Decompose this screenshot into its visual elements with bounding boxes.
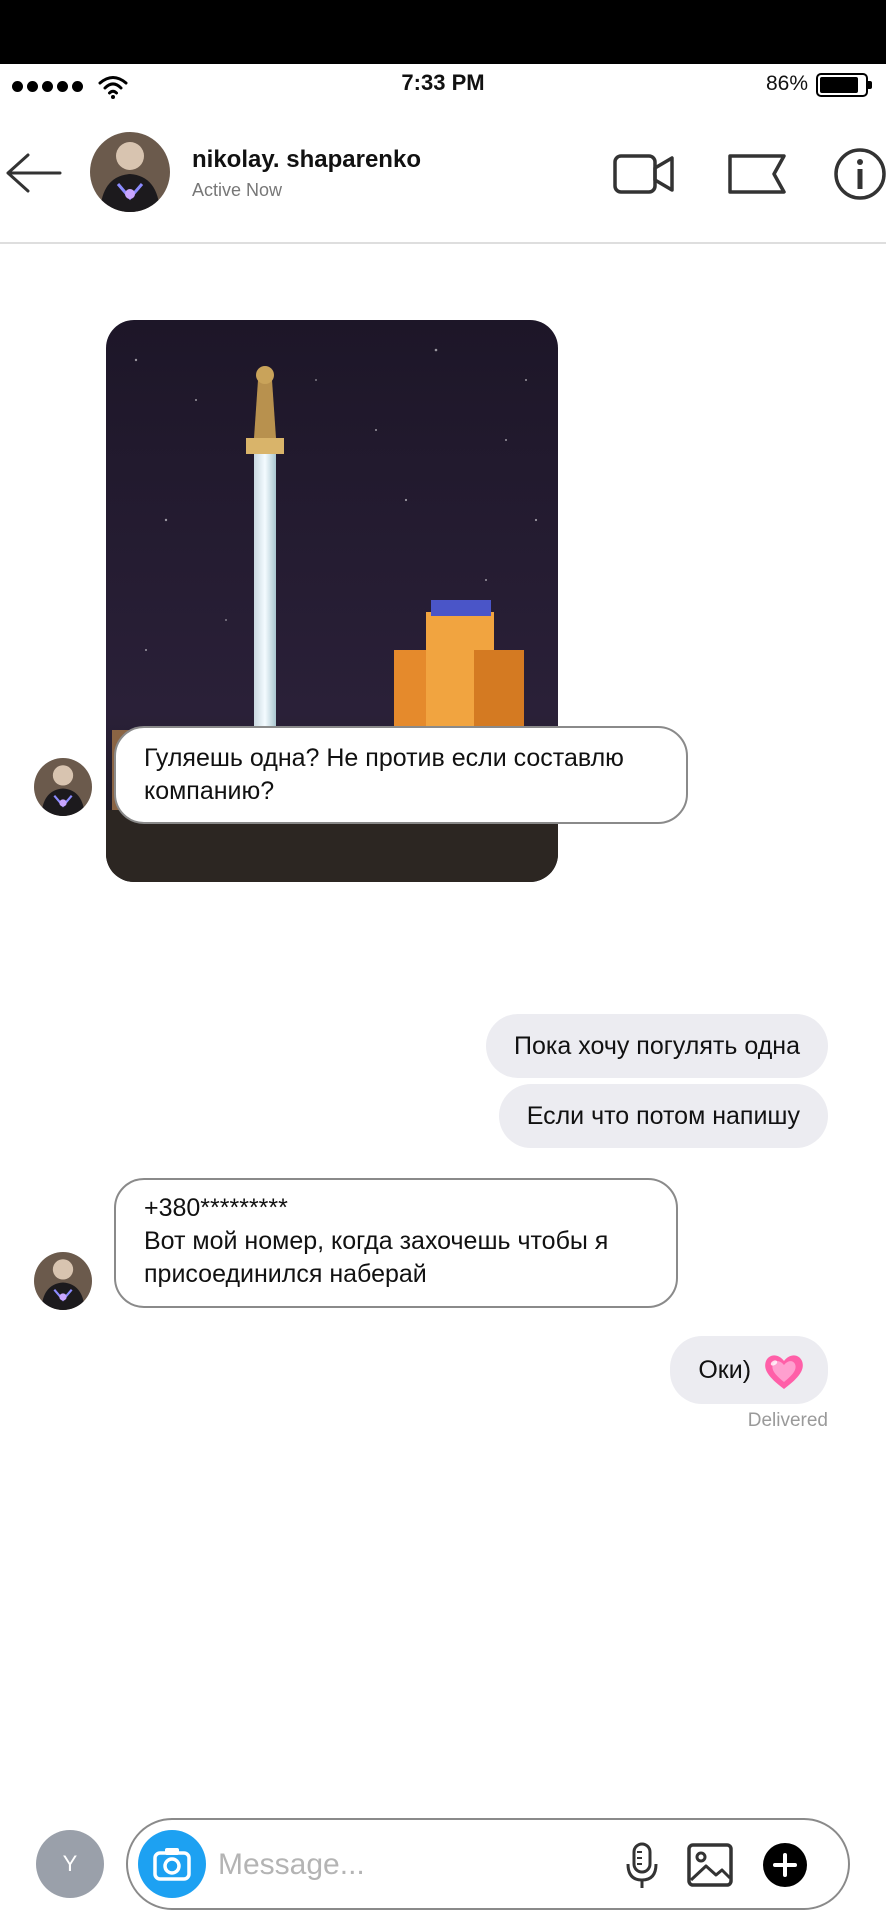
contact-avatar-image xyxy=(34,758,92,816)
outgoing-message[interactable]: Если что потом напишу xyxy=(498,1084,828,1148)
contact-avatar-small[interactable] xyxy=(34,758,92,816)
pink-heart-emoji xyxy=(765,1355,803,1390)
chat-header: nikolay. shaparenko Active Now xyxy=(0,108,886,244)
message-text-line: Вот мой номер, когда захочешь чтобы я xyxy=(144,1227,609,1255)
delivery-receipt: Delivered xyxy=(747,1410,828,1431)
video-call-icon[interactable] xyxy=(612,146,676,202)
plus-icon[interactable] xyxy=(760,1840,810,1890)
message-thread[interactable]: Гуляешь одна? Не против если составлю ко… xyxy=(0,246,886,1806)
message-text: Оки) xyxy=(698,1356,752,1384)
contact-active-status: Active Now xyxy=(192,180,283,200)
contact-avatar-small[interactable] xyxy=(34,1252,92,1310)
microphone-icon[interactable] xyxy=(622,1840,662,1890)
top-black-band xyxy=(0,0,886,64)
message-composer-bar: Y xyxy=(0,1806,886,1920)
flag-icon[interactable] xyxy=(726,146,788,202)
contact-name[interactable]: nikolay. shaparenko xyxy=(192,146,421,174)
camera-icon xyxy=(153,1848,191,1881)
back-arrow-icon[interactable] xyxy=(4,148,64,198)
camera-button[interactable] xyxy=(138,1830,206,1898)
battery-percent: 86% xyxy=(765,72,808,95)
message-text: Гуляешь одна? Не против если составлю ко… xyxy=(144,744,624,805)
message-text: Пока хочу погулять одна xyxy=(514,1032,800,1060)
battery-level-fill xyxy=(820,77,858,93)
message-text: Если что потом напишу xyxy=(526,1102,800,1130)
message-text-line: присоединился наберай xyxy=(144,1260,427,1288)
user-avatar[interactable]: Y xyxy=(36,1830,104,1898)
contact-avatar[interactable] xyxy=(90,132,170,212)
status-bar: 7:33 PM 86% xyxy=(0,64,886,108)
gallery-icon[interactable] xyxy=(686,1840,734,1890)
message-text-line: +380********* xyxy=(144,1194,288,1222)
incoming-message[interactable]: +380********* Вот мой номер, когда захоч… xyxy=(114,1178,678,1308)
contact-avatar-image xyxy=(90,132,170,212)
status-time: 7:33 PM xyxy=(401,70,485,95)
message-composer xyxy=(126,1818,850,1910)
incoming-message[interactable]: Гуляешь одна? Не против если составлю ко… xyxy=(114,726,688,824)
info-icon[interactable] xyxy=(832,146,886,202)
outgoing-message[interactable]: Пока хочу погулять одна xyxy=(486,1014,828,1078)
message-input[interactable] xyxy=(218,1840,598,1890)
battery-icon xyxy=(816,73,872,97)
contact-avatar-image xyxy=(34,1252,92,1310)
outgoing-message[interactable]: Оки) xyxy=(670,1336,828,1404)
